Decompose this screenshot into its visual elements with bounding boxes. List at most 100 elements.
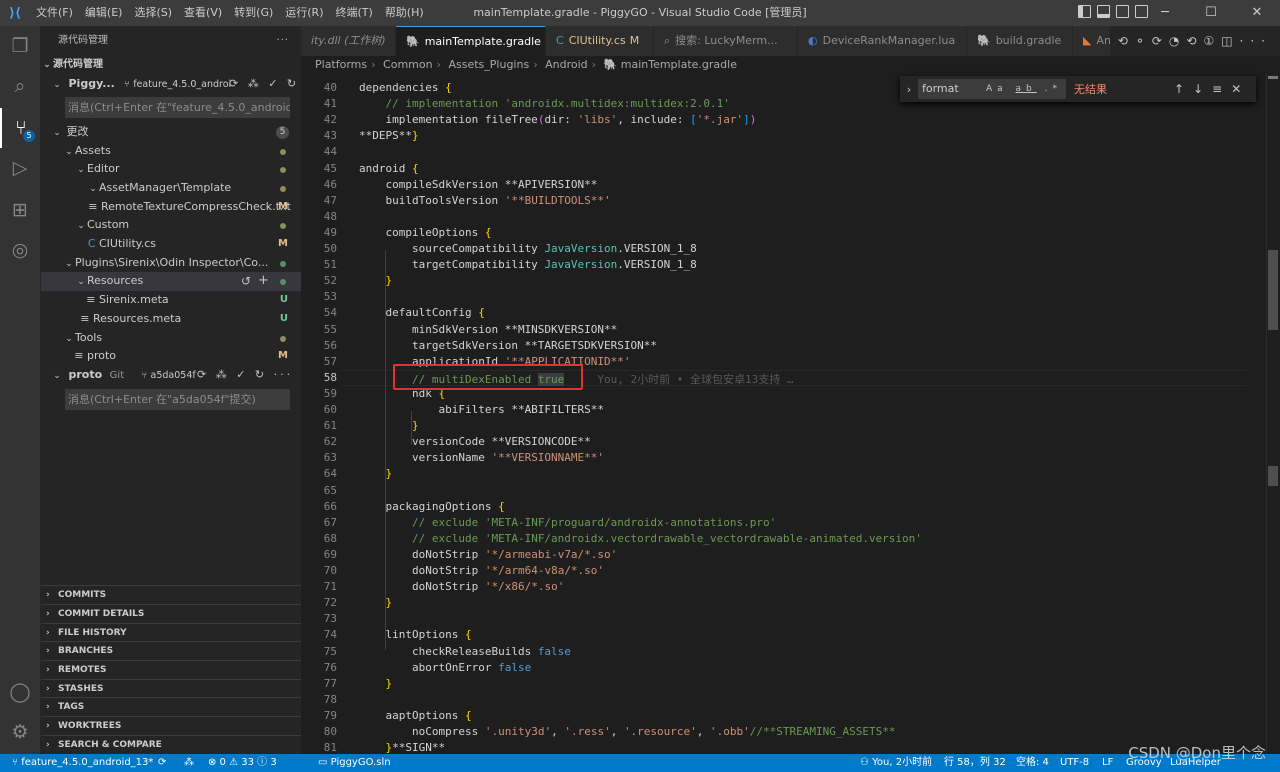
source-control-icon[interactable]: ⑂ 5	[0, 108, 40, 148]
tree-item-resources[interactable]: ⌄ Resources ↺ +	[41, 272, 301, 291]
status-blame[interactable]: ⚇ You, 2小时前	[860, 754, 932, 772]
more-actions-icon[interactable]: ···	[276, 26, 289, 56]
toggle-secondary-sidebar-icon[interactable]	[1116, 5, 1129, 18]
toggle-primary-sidebar-icon[interactable]	[1078, 5, 1091, 18]
repo-branch[interactable]: feature_4.5.0_androi	[133, 79, 231, 90]
line-number: 47	[323, 193, 337, 207]
section-search-compare[interactable]: › SEARCH & COMPARE	[41, 735, 301, 754]
file-icon: ≡	[80, 312, 93, 325]
extensions-icon[interactable]: ⊞	[0, 190, 40, 230]
tab-devicerankmanager[interactable]: ◐ DeviceRankManager.lua	[798, 26, 967, 56]
tab-search[interactable]: ⌕ 搜索: LuckyMerm...	[654, 26, 798, 56]
tree-item-plugins[interactable]: ⌄ Plugins\Sirenix\Odin Inspector\Co...	[41, 254, 301, 273]
find-input[interactable]: format Aa ab .*	[918, 79, 1066, 99]
line-number: 62	[323, 435, 337, 449]
match-case-toggle[interactable]: Aa	[986, 84, 1008, 94]
line-number: 73	[323, 612, 337, 626]
menu-view[interactable]: 查看(V)	[178, 0, 228, 26]
branch-icon: ⑂	[124, 80, 130, 90]
modified-decoration: M	[278, 201, 288, 212]
status-solution[interactable]: ▭ PiggyGO.sln	[318, 754, 391, 772]
code-editor[interactable]: 40 dependencies {41 // implementation 'an…	[301, 74, 1280, 754]
code-line: sourceCompatibility JavaVersion.VERSION_…	[359, 242, 697, 255]
minimize-button[interactable]: ─	[1142, 0, 1188, 26]
status-eol[interactable]: LF	[1102, 754, 1113, 772]
sync-icon[interactable]: ⟳	[158, 754, 166, 772]
repo-actions[interactable]: ⟳ ⁂ ✓ ↻ ···	[197, 366, 293, 385]
explorer-icon[interactable]: ❐	[0, 26, 40, 66]
toggle-replace-icon[interactable]: ›	[900, 83, 918, 96]
section-stashes[interactable]: › STASHES	[41, 679, 301, 698]
breadcrumb-item[interactable]: Assets_Plugins	[448, 58, 529, 71]
breadcrumb-item[interactable]: mainTemplate.gradle	[621, 58, 737, 71]
menu-go[interactable]: 转到(G)	[228, 0, 279, 26]
code-line: minSdkVersion **MINSDKVERSION**	[359, 322, 618, 336]
tab-ciutility[interactable]: C CIUtility.cs M	[546, 26, 654, 56]
changes-group[interactable]: ⌄ 更改 5	[41, 123, 301, 142]
repo-proto[interactable]: ⌄ proto Git ⑂ a5da054f ⟳ ⁂ ✓ ↻ ···	[41, 366, 301, 385]
tree-item-proto[interactable]: ≡ proto M	[41, 347, 301, 366]
next-match-icon: ↓	[1193, 82, 1213, 96]
menu-run[interactable]: 运行(R)	[279, 0, 329, 26]
scm-providers-header[interactable]: ⌄ 源代码管理	[41, 56, 301, 75]
breadcrumb-item[interactable]: Common	[383, 58, 433, 71]
tree-item-sirenix-meta[interactable]: ≡ Sirenix.meta U	[41, 291, 301, 310]
menu-selection[interactable]: 选择(S)	[128, 0, 178, 26]
editor-actions[interactable]: ⟲⚬⟳◔⟲①◫···	[1109, 26, 1272, 56]
maximize-button[interactable]: ☐	[1188, 0, 1234, 26]
chevron-down-icon: ⌄	[77, 165, 85, 175]
editor-scrollbar[interactable]	[1266, 74, 1280, 754]
tree-item-editor[interactable]: ⌄ Editor	[41, 160, 301, 179]
find-result-status: 无结果	[1074, 83, 1107, 96]
tree-item-remotetexture[interactable]: ≡ RemoteTextureCompressCheck.txt M	[41, 198, 301, 217]
menu-terminal[interactable]: 终端(T)	[330, 0, 379, 26]
tree-item-assets[interactable]: ⌄ Assets	[41, 142, 301, 161]
whole-word-toggle[interactable]: ab	[1016, 84, 1037, 94]
tab-dll[interactable]: ity.dll (工作树)	[301, 26, 396, 56]
status-indentation[interactable]: 空格: 4	[1016, 754, 1049, 772]
status-problems[interactable]: ⊗ 0 ⚠ 33 ⓘ 3	[208, 754, 277, 772]
regex-toggle[interactable]: .*	[1045, 84, 1062, 94]
section-tags[interactable]: › TAGS	[41, 697, 301, 716]
search-icon[interactable]: ⌕	[0, 66, 40, 106]
status-cursor-position[interactable]: 行 58，列 32	[944, 754, 1006, 772]
section-remotes[interactable]: › REMOTES	[41, 660, 301, 679]
toggle-panel-icon[interactable]	[1097, 5, 1110, 18]
chevron-down-icon: ⌄	[89, 184, 97, 194]
menu-file[interactable]: 文件(F)	[30, 0, 79, 26]
find-navigation[interactable]: ↑↓≡✕	[1174, 82, 1250, 96]
section-branches[interactable]: › BRANCHES	[41, 641, 301, 660]
run-debug-icon[interactable]: ▷	[0, 148, 40, 188]
git-graph-icon[interactable]: ⁂	[184, 754, 194, 772]
account-icon[interactable]: ◯	[0, 672, 40, 712]
tree-item-resources-meta[interactable]: ≡ Resources.meta U	[41, 310, 301, 329]
tab-build-gradle[interactable]: 🐘 build.gradle	[967, 26, 1073, 56]
tree-item-custom[interactable]: ⌄ Custom	[41, 216, 301, 235]
settings-gear-icon[interactable]: ⚙	[0, 712, 40, 752]
line-number: 52	[323, 274, 337, 288]
tab-maintemplate-gradle[interactable]: 🐘mainTemplate.gradle×	[396, 26, 546, 56]
tree-item-tools[interactable]: ⌄ Tools	[41, 329, 301, 348]
modified-dot	[280, 149, 286, 155]
repo-piggy[interactable]: ⌄ Piggy... ⑂ feature_4.5.0_androi ⟳ ⁂ ✓ …	[41, 75, 322, 94]
status-branch[interactable]: ⑂ feature_4.5.0_android_13*	[12, 754, 153, 772]
activity-bar: ❐ ⌕ ⑂ 5 ▷ ⊞ ◎ ◯ ⚙	[0, 26, 40, 754]
commit-message-input[interactable]: 消息(Ctrl+Enter 在"a5da054f"提交)	[65, 389, 290, 410]
repo-branch[interactable]: a5da054f	[151, 370, 196, 381]
stage-changes-icon[interactable]: +	[258, 272, 269, 291]
chevron-right-icon: ›	[46, 684, 50, 694]
breadcrumb-item[interactable]: Platforms	[315, 58, 367, 71]
close-window-button[interactable]: ✕	[1234, 0, 1280, 26]
section-worktrees[interactable]: › WORKTREES	[41, 716, 301, 735]
section-commit-details[interactable]: › COMMIT DETAILS	[41, 604, 301, 623]
git-graph-icon[interactable]: ◎	[0, 230, 40, 270]
breadcrumb-item[interactable]: Android	[545, 58, 588, 71]
section-commits[interactable]: › COMMITS	[41, 585, 301, 604]
section-file-history[interactable]: › FILE HISTORY	[41, 623, 301, 642]
tree-item-ciutility[interactable]: C CIUtility.cs M	[41, 235, 301, 254]
commit-message-input[interactable]: 消息(Ctrl+Enter 在"feature_4.5.0_android_1.…	[65, 97, 290, 118]
menu-edit[interactable]: 编辑(E)	[79, 0, 129, 26]
discard-changes-icon[interactable]: ↺	[241, 272, 251, 291]
status-encoding[interactable]: UTF-8	[1060, 754, 1089, 772]
tree-item-assetmanager[interactable]: ⌄ AssetManager\Template	[41, 179, 301, 198]
